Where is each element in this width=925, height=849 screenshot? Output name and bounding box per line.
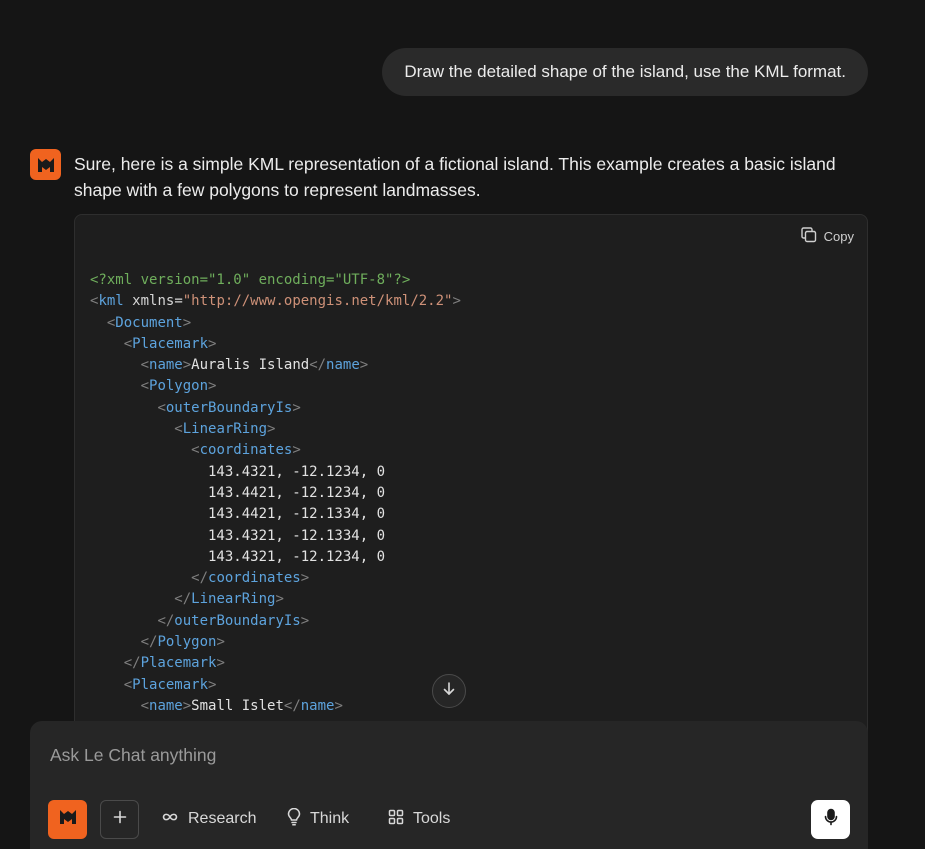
microphone-icon bbox=[823, 808, 839, 831]
mistral-cat-icon bbox=[30, 149, 61, 180]
code-line: <kml xmlns="http://www.opengis.net/kml/2… bbox=[90, 293, 461, 310]
tools-label: Tools bbox=[413, 810, 451, 827]
chat-input[interactable] bbox=[50, 745, 830, 766]
infinity-icon bbox=[161, 810, 179, 828]
code-line: 143.4321, -12.1234, 0 bbox=[90, 463, 386, 480]
code-line: <Polygon> bbox=[140, 378, 217, 395]
lightbulb-icon bbox=[287, 807, 301, 831]
copy-label: Copy bbox=[823, 229, 854, 244]
code-line: <name>Small Islet</name> bbox=[140, 697, 343, 714]
code-line: <coordinates> bbox=[191, 442, 301, 459]
tools-button[interactable]: Tools bbox=[388, 807, 450, 831]
grid-icon bbox=[388, 809, 404, 830]
code-line: 143.4321, -12.1334, 0 bbox=[90, 527, 386, 544]
research-label: Research bbox=[188, 810, 257, 827]
code-line: <LinearRing> bbox=[174, 421, 276, 438]
code-line: </coordinates> bbox=[191, 570, 310, 587]
copy-button[interactable]: Copy bbox=[800, 224, 854, 249]
user-message-text: Draw the detailed shape of the island, u… bbox=[404, 62, 846, 81]
add-attachment-button[interactable] bbox=[100, 800, 139, 839]
code-line: <?xml version="1.0" encoding="UTF-8"?> bbox=[90, 272, 411, 288]
code-line: </LinearRing> bbox=[174, 591, 284, 608]
code-line: </outerBoundaryIs> bbox=[157, 612, 310, 629]
think-label: Think bbox=[310, 810, 350, 827]
think-button[interactable]: Think bbox=[287, 807, 349, 831]
code-line: <name>Auralis Island</name> bbox=[140, 357, 369, 374]
mistral-mode-button[interactable] bbox=[48, 800, 87, 839]
code-line: </Polygon> bbox=[140, 634, 225, 651]
chat-page: Draw the detailed shape of the island, u… bbox=[0, 0, 925, 849]
research-button[interactable]: Research bbox=[161, 807, 256, 831]
code-line: <outerBoundaryIs> bbox=[157, 399, 301, 416]
assistant-message-text: Sure, here is a simple KML representatio… bbox=[74, 154, 836, 200]
user-message-bubble: Draw the detailed shape of the island, u… bbox=[382, 48, 868, 96]
mistral-cat-icon bbox=[58, 809, 78, 830]
composer: Research Think Tools bbox=[30, 721, 868, 849]
copy-icon bbox=[800, 226, 818, 247]
code-line: 143.4421, -12.1334, 0 bbox=[90, 506, 386, 523]
scroll-down-button[interactable] bbox=[432, 674, 466, 708]
code-line: 143.4321, -12.1234, 0 bbox=[90, 548, 386, 565]
code-line: </Placemark> bbox=[123, 655, 225, 672]
code-line: <Placemark> bbox=[123, 676, 217, 693]
code-line: <Document> bbox=[106, 314, 192, 331]
microphone-button[interactable] bbox=[811, 800, 850, 839]
code-content: <?xml version="1.0" encoding="UTF-8"?> <k… bbox=[90, 270, 461, 717]
code-line: <Placemark> bbox=[123, 335, 217, 352]
arrow-down-icon bbox=[441, 681, 457, 702]
code-line: 143.4421, -12.1234, 0 bbox=[90, 484, 386, 501]
code-block: Copy <?xml version="1.0" encoding="UTF-8… bbox=[74, 214, 868, 776]
plus-icon bbox=[112, 809, 128, 830]
